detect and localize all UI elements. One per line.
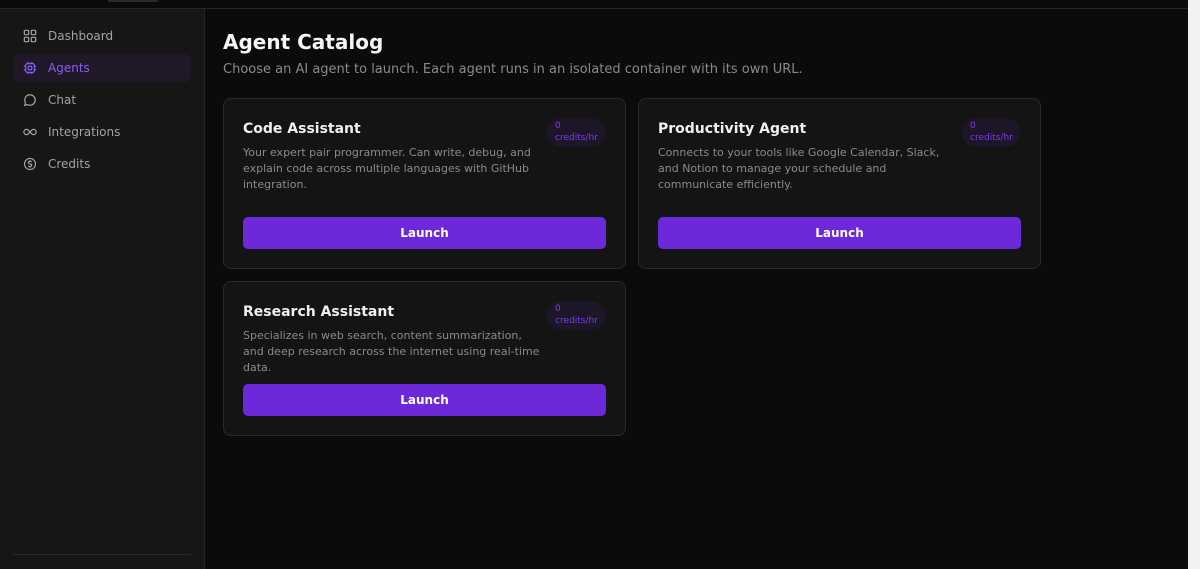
credits-value: 0: [555, 304, 561, 314]
main-content: Agent Catalog Choose an AI agent to laun…: [205, 9, 1188, 569]
agent-description: Specializes in web search, content summa…: [243, 329, 540, 374]
credits-unit: credits/hr: [970, 133, 1013, 143]
credits-unit: credits/hr: [555, 316, 598, 326]
sidebar-item-label: Chat: [48, 93, 77, 107]
dollar-circle-icon: [23, 157, 37, 171]
credits-value: 0: [555, 121, 561, 131]
launch-button[interactable]: Launch: [243, 384, 606, 416]
page-title: Agent Catalog: [223, 30, 384, 54]
sidebar-item-integrations[interactable]: Integrations: [13, 118, 191, 146]
grid-icon: [23, 29, 37, 43]
credits-value: 0: [970, 121, 976, 131]
top-bar: [0, 0, 1188, 9]
credits-unit: credits/hr: [555, 133, 598, 143]
agent-name: Research Assistant: [243, 304, 395, 320]
page-scrollbar[interactable]: [1188, 0, 1200, 569]
top-tab-indicator: [108, 0, 158, 2]
sidebar-item-label: Agents: [48, 61, 90, 75]
agent-card-research-assistant: Research Assistant Specializes in web se…: [223, 281, 626, 436]
sidebar-divider: [13, 554, 191, 555]
sidebar-item-chat[interactable]: Chat: [13, 86, 191, 114]
sidebar-item-agents[interactable]: Agents: [13, 54, 191, 82]
credits-badge: 0 credits/hr: [547, 301, 605, 330]
infinity-icon: [23, 128, 37, 136]
chip-icon: [23, 61, 37, 75]
sidebar-item-label: Credits: [48, 157, 91, 171]
agent-name: Productivity Agent: [658, 121, 807, 137]
page-subtitle: Choose an AI agent to launch. Each agent…: [223, 62, 803, 77]
sidebar: Dashboard Agents Chat Integrations Credi…: [0, 9, 205, 569]
credits-badge: 0 credits/hr: [962, 118, 1020, 147]
sidebar-item-dashboard[interactable]: Dashboard: [13, 22, 191, 50]
sidebar-item-credits[interactable]: Credits: [13, 150, 191, 178]
agent-name: Code Assistant: [243, 121, 361, 137]
sidebar-item-label: Dashboard: [48, 29, 114, 43]
agent-description: Connects to your tools like Google Calen…: [658, 146, 940, 191]
agent-description: Your expert pair programmer. Can write, …: [243, 146, 531, 191]
launch-button[interactable]: Launch: [658, 217, 1021, 249]
credits-badge: 0 credits/hr: [547, 118, 605, 147]
sidebar-item-label: Integrations: [48, 125, 121, 139]
agent-card-productivity-agent: Productivity Agent Connects to your tool…: [638, 98, 1041, 269]
launch-button[interactable]: Launch: [243, 217, 606, 249]
chat-bubble-icon: [23, 94, 36, 107]
agent-card-code-assistant: Code Assistant Your expert pair programm…: [223, 98, 626, 269]
